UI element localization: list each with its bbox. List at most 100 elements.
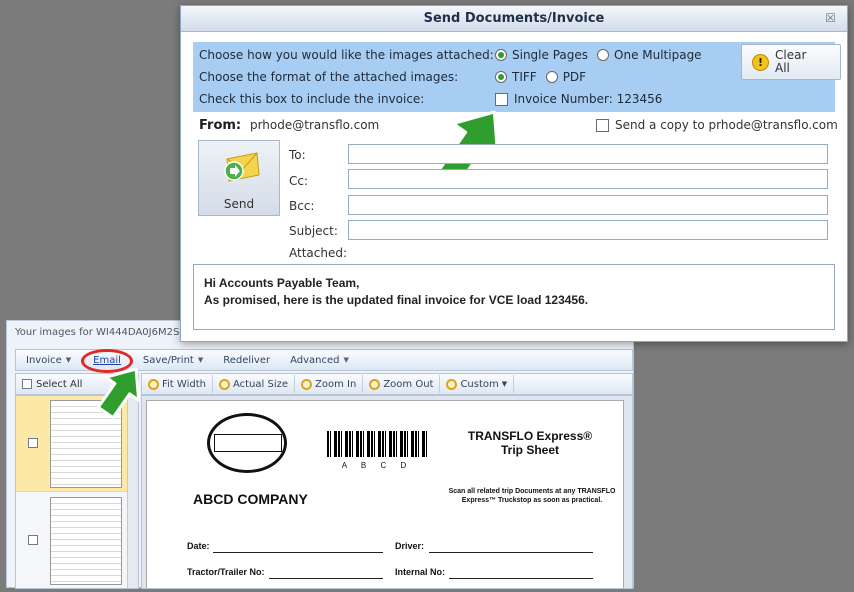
message-body[interactable]: Hi Accounts Payable Team, As promised, h…: [193, 264, 835, 330]
doc-note: Scan all related trip Documents at any T…: [448, 488, 616, 504]
thumbnail-checkbox[interactable]: [28, 438, 38, 448]
attach-mode-question: Choose how you would like the images att…: [199, 48, 494, 62]
select-all-label: Select All: [36, 378, 83, 390]
attach-multi-label: One Multipage: [614, 48, 702, 62]
radio-empty-icon: [545, 71, 558, 83]
format-row: Choose the format of the attached images…: [199, 67, 595, 87]
send-documents-dialog: Send Documents/Invoice ☒ Choose how you …: [180, 5, 848, 342]
truckstop-logo: [207, 413, 287, 473]
attach-multi-radio[interactable]: One Multipage: [597, 48, 702, 62]
menu-invoice-label: Invoice: [26, 354, 62, 366]
doc-driver-label: Driver:: [395, 541, 425, 551]
chevron-down-icon: ▼: [501, 380, 508, 388]
clear-all-line2: All: [775, 61, 790, 75]
clear-all-line1: Clear: [775, 48, 807, 62]
barcode-text: A B C D: [341, 461, 413, 470]
send-copy-label: Send a copy to prhode@transflo.com: [615, 118, 838, 132]
send-copy-checkbox[interactable]: Send a copy to prhode@transflo.com: [596, 118, 838, 132]
chevron-down-icon: ▼: [343, 356, 349, 364]
to-label: To:: [289, 148, 306, 162]
radio-empty-icon: [597, 49, 610, 61]
magnifier-icon: [148, 378, 159, 390]
message-line-2: As promised, here is the updated final i…: [204, 293, 589, 307]
actual-size-button[interactable]: Actual Size: [213, 375, 296, 393]
invoice-row: Check this box to include the invoice: I…: [199, 89, 671, 109]
chevron-down-icon: ▼: [197, 356, 204, 364]
zoom-out-button[interactable]: Zoom Out: [363, 375, 441, 393]
thumbnail-checkbox[interactable]: [28, 535, 38, 545]
format-tiff-label: TIFF: [512, 70, 537, 84]
chevron-down-icon: ▼: [65, 356, 72, 364]
document-page: A B C D TRANSFLO Express® Trip Sheet ABC…: [146, 400, 624, 588]
clear-all-button[interactable]: ! Clear All: [741, 44, 841, 80]
format-pdf-radio[interactable]: PDF: [545, 70, 587, 84]
email-pointer-arrow: [96, 367, 141, 420]
viewer-title: Your images for WI444DA0J6M2SX4X: [15, 327, 200, 338]
attach-single-label: Single Pages: [512, 48, 589, 62]
menu-invoice[interactable]: Invoice ▼: [16, 355, 81, 366]
document-preview: A B C D TRANSFLO Express® Trip Sheet ABC…: [141, 395, 633, 589]
to-input[interactable]: [348, 144, 828, 164]
options-panel: Choose how you would like the images att…: [193, 42, 841, 112]
message-line-1: Hi Accounts Payable Team,: [204, 276, 360, 290]
zoom-toolbar: Fit Width Actual Size Zoom In Zoom Out C…: [141, 373, 633, 395]
doc-brand: TRANSFLO Express® Trip Sheet: [465, 429, 595, 457]
doc-brand-line1: TRANSFLO Express®: [467, 429, 593, 443]
bcc-input[interactable]: [348, 195, 828, 215]
format-tiff-radio[interactable]: TIFF: [495, 70, 537, 84]
magnifier-icon: [301, 378, 313, 390]
doc-internal-label: Internal No:: [395, 567, 446, 577]
envelope-send-icon: [224, 152, 260, 182]
image-viewer-window: Your images for WI444DA0J6M2SX4X Invoice…: [6, 320, 634, 589]
menu-advanced[interactable]: Advanced ▼: [280, 355, 359, 366]
attach-mode-row: Choose how you would like the images att…: [199, 45, 711, 65]
custom-zoom-button[interactable]: Custom ▼: [440, 375, 515, 393]
custom-zoom-label: Custom: [460, 378, 499, 390]
magnifier-icon: [218, 378, 230, 390]
format-pdf-label: PDF: [562, 70, 587, 84]
send-button[interactable]: Send: [198, 140, 280, 216]
doc-tractor-line: [269, 578, 383, 579]
menu-save-print[interactable]: Save/Print ▼: [133, 355, 213, 366]
include-invoice-checkbox[interactable]: Invoice Number: 123456: [495, 92, 662, 106]
zoom-out-label: Zoom Out: [383, 378, 434, 390]
doc-date-label: Date:: [187, 541, 210, 551]
cc-input[interactable]: [348, 169, 828, 189]
attach-single-radio[interactable]: Single Pages: [495, 48, 588, 62]
doc-brand-line2: Trip Sheet: [500, 443, 559, 457]
magnifier-icon: [369, 378, 381, 390]
barcode: [327, 431, 427, 457]
dialog-title: Send Documents/Invoice: [423, 11, 605, 26]
clear-all-label: Clear All: [775, 49, 806, 75]
from-row: From: prhode@transflo.com: [199, 118, 379, 133]
fit-width-label: Fit Width: [162, 378, 206, 390]
dialog-titlebar: Send Documents/Invoice ☒: [181, 6, 847, 32]
thumbnail-list: [15, 395, 139, 589]
warning-icon: !: [752, 53, 769, 71]
from-label: From:: [199, 118, 242, 133]
send-label: Send: [223, 197, 255, 211]
radio-selected-icon: [495, 71, 507, 83]
subject-label: Subject:: [289, 224, 338, 238]
cc-label: Cc:: [289, 174, 309, 188]
zoom-in-button[interactable]: Zoom In: [295, 375, 364, 393]
menu-advanced-label: Advanced: [290, 354, 340, 366]
format-question: Choose the format of the attached images…: [199, 70, 459, 84]
invoice-number-label: Invoice Number: 123456: [514, 92, 663, 106]
doc-tractor-label: Tractor/Trailer No:: [187, 567, 265, 577]
thumbnail-page: [50, 497, 122, 585]
from-address: prhode@transflo.com: [249, 118, 380, 132]
menu-save-print-label: Save/Print: [142, 354, 194, 366]
actual-size-label: Actual Size: [232, 378, 289, 390]
subject-input[interactable]: [348, 220, 828, 240]
fit-width-button[interactable]: Fit Width: [142, 375, 213, 393]
doc-driver-line: [429, 552, 593, 553]
thumbnail-item[interactable]: [16, 493, 127, 588]
menu-redeliver[interactable]: Redeliver: [213, 355, 280, 366]
select-all-checkbox[interactable]: [22, 379, 32, 389]
thumbnail-scrollbar[interactable]: [127, 396, 138, 588]
zoom-in-label: Zoom In: [315, 378, 357, 390]
attached-label: Attached:: [289, 246, 348, 260]
close-icon[interactable]: ☒: [824, 12, 837, 25]
doc-internal-line: [449, 578, 593, 579]
